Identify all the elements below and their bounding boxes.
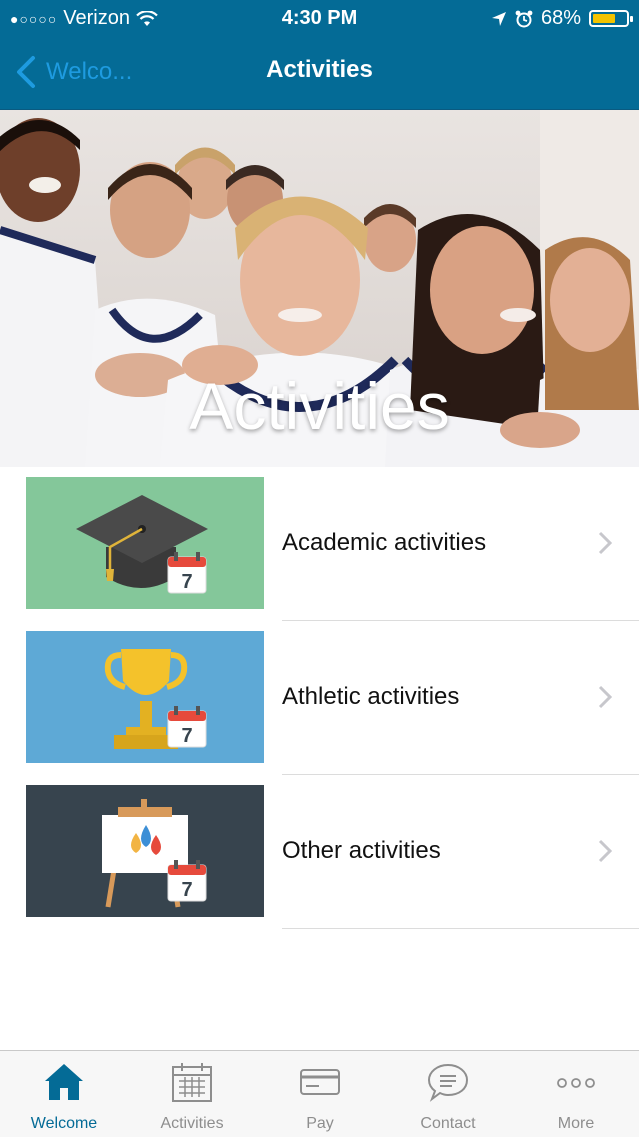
athletic-thumbnail: 7 — [26, 631, 264, 763]
chat-bubble-icon — [427, 1063, 469, 1102]
tab-more-label: More — [557, 1115, 595, 1132]
calendar-day-number: 7 — [181, 879, 192, 901]
battery-fill — [593, 14, 615, 23]
other-activities-label: Other activities — [282, 837, 441, 864]
battery-percent: 68% — [540, 7, 581, 29]
alarm-clock-icon — [515, 10, 533, 27]
row-divider — [282, 928, 639, 929]
tab-pay-label: Pay — [306, 1115, 334, 1132]
chevron-right-icon — [598, 685, 612, 709]
tab-welcome-label: Welcome — [30, 1115, 98, 1132]
easel-icon: 7 — [26, 785, 264, 917]
athletic-activities-label: Athletic activities — [282, 683, 460, 710]
chevron-right-icon — [598, 839, 612, 863]
tab-contact[interactable]: Contact — [384, 1051, 512, 1137]
hero-title: Activities — [189, 369, 450, 443]
top-bar: ●○○○○ Verizon 4:30 PM 68% Welco... Activ… — [0, 0, 639, 110]
status-right: 68% — [491, 7, 633, 30]
chevron-right-icon — [598, 531, 612, 555]
navigation-bar: Welco... Activities — [0, 40, 639, 104]
other-thumbnail: 7 — [26, 785, 264, 917]
tab-contact-label: Contact — [420, 1115, 476, 1132]
academic-activities-label: Academic activities — [282, 529, 487, 556]
calendar-day-number: 7 — [181, 571, 192, 593]
tab-pay[interactable]: Pay — [256, 1051, 384, 1137]
list-item-athletic-activities[interactable]: 7 Athletic activities — [0, 621, 639, 775]
battery-icon — [589, 10, 633, 27]
tab-activities[interactable]: Activities — [128, 1051, 256, 1137]
calendar-day-number: 7 — [181, 725, 192, 747]
status-bar: ●○○○○ Verizon 4:30 PM 68% — [0, 0, 639, 36]
list-item-academic-activities[interactable]: 7 Academic activities — [0, 467, 639, 621]
tab-bar: Welcome Activities Pay Contact More — [0, 1050, 639, 1137]
location-arrow-icon — [491, 11, 506, 26]
trophy-icon: 7 — [26, 631, 264, 763]
graduation-cap-icon: 7 — [26, 477, 264, 609]
calendar-icon — [172, 1063, 212, 1102]
academic-thumbnail: 7 — [26, 477, 264, 609]
list-item-other-activities[interactable]: 7 Other activities — [0, 775, 639, 929]
tab-activities-label: Activities — [160, 1115, 224, 1132]
tab-welcome[interactable]: Welcome — [0, 1051, 128, 1137]
hero-banner: Activities — [0, 110, 639, 467]
tab-more[interactable]: More — [512, 1051, 639, 1137]
credit-card-icon — [300, 1069, 340, 1095]
home-icon — [45, 1064, 83, 1100]
more-icon — [557, 1078, 595, 1088]
page-title: Activities — [266, 56, 373, 83]
